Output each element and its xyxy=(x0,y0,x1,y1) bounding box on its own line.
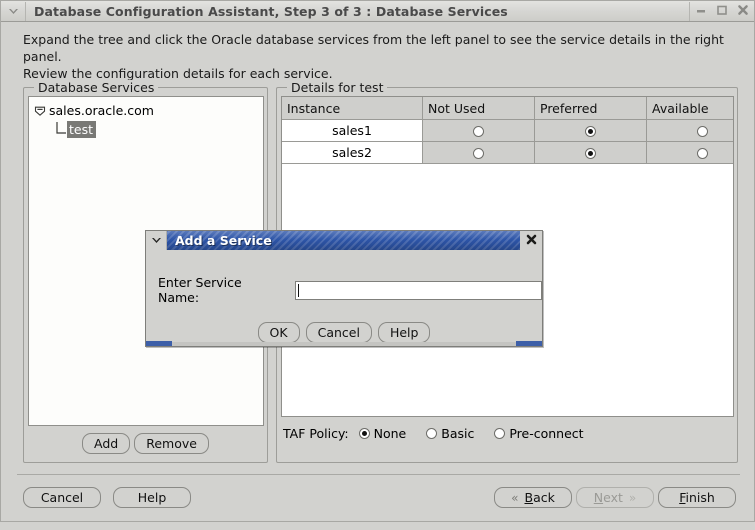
cell-instance-name: sales2 xyxy=(282,141,423,164)
back-button-label: Back xyxy=(524,490,555,505)
service-name-input[interactable] xyxy=(295,280,542,300)
minimize-button[interactable] xyxy=(694,4,708,18)
dialog-ok-button[interactable]: OK xyxy=(257,322,300,343)
maximize-button[interactable] xyxy=(715,4,729,18)
add-service-dialog: Add a Service Enter Service Name: OK Can… xyxy=(145,230,543,347)
dialog-action-buttons: OK Cancel Help xyxy=(146,322,542,343)
finish-button[interactable]: Finish xyxy=(658,487,736,508)
taf-option-basic[interactable]: Basic xyxy=(426,426,474,441)
dialog-title: Add a Service xyxy=(175,233,272,248)
collapse-minus-icon[interactable] xyxy=(34,105,46,117)
dialog-resize-grip-left[interactable] xyxy=(146,341,172,346)
taf-option-pre-connect-label: Pre-connect xyxy=(509,426,584,441)
footer-navigation-buttons: « Back Next » Finish xyxy=(494,487,736,508)
chevron-down-icon xyxy=(150,234,163,248)
column-header-available[interactable]: Available xyxy=(646,97,733,120)
dialog-resize-grip-right[interactable] xyxy=(516,341,542,346)
next-button[interactable]: Next » xyxy=(576,487,654,508)
radio-taf-none[interactable] xyxy=(358,428,370,439)
taf-policy-row: TAF Policy: None Basic Pre-connect xyxy=(283,426,604,441)
taf-option-basic-label: Basic xyxy=(441,426,475,441)
dialog-title-strip: Add a Service xyxy=(167,231,520,250)
window-title: Database Configuration Assistant, Step 3… xyxy=(34,3,508,19)
database-services-group-title: Database Services xyxy=(34,80,159,95)
dialog-cancel-button[interactable]: Cancel xyxy=(305,322,372,343)
minimize-icon xyxy=(695,4,707,19)
close-icon xyxy=(737,4,749,19)
cell-preferred[interactable] xyxy=(534,119,647,142)
application-window: Database Configuration Assistant, Step 3… xyxy=(0,0,755,530)
services-action-buttons: Add Remove xyxy=(24,433,267,454)
taf-option-none-label: None xyxy=(373,426,407,441)
tree-elbow-icon xyxy=(55,121,67,138)
dialog-menu-button[interactable] xyxy=(146,231,167,250)
taf-option-none[interactable]: None xyxy=(358,426,407,441)
cell-available[interactable] xyxy=(646,119,733,142)
taf-policy-label: TAF Policy: xyxy=(283,426,349,441)
column-header-not-used[interactable]: Not Used xyxy=(422,97,535,120)
radio-not-used[interactable] xyxy=(473,148,484,159)
taf-option-pre-connect[interactable]: Pre-connect xyxy=(494,426,584,441)
instruction-line-1: Expand the tree and click the Oracle dat… xyxy=(23,32,724,64)
tree-child-label: test xyxy=(67,121,97,138)
dialog-body: Enter Service Name: OK Cancel Help xyxy=(146,250,542,346)
instance-details-table: Instance Not Used Preferred Available sa… xyxy=(282,97,733,164)
footer-left-buttons: Cancel Help xyxy=(23,487,191,508)
table-body: sales1 sales2 xyxy=(282,119,733,164)
remove-button[interactable]: Remove xyxy=(134,433,209,454)
chevron-down-icon xyxy=(7,6,20,16)
radio-available[interactable] xyxy=(697,148,708,159)
radio-preferred[interactable] xyxy=(585,148,596,159)
close-button[interactable] xyxy=(736,4,750,18)
radio-not-used[interactable] xyxy=(473,126,484,137)
table-row[interactable]: sales2 xyxy=(282,141,733,164)
dialog-help-button[interactable]: Help xyxy=(377,322,431,343)
back-button[interactable]: « Back xyxy=(494,487,572,508)
dialog-close-button[interactable] xyxy=(520,231,542,250)
chevron-left-double-icon: « xyxy=(511,490,519,505)
window-controls xyxy=(689,1,754,21)
radio-taf-pre-connect[interactable] xyxy=(494,428,506,439)
finish-button-label: Finish xyxy=(679,490,715,505)
close-icon xyxy=(525,233,538,249)
cell-not-used[interactable] xyxy=(422,141,535,164)
service-name-field-row: Enter Service Name: xyxy=(158,275,542,305)
table-header-row: Instance Not Used Preferred Available xyxy=(282,97,733,120)
next-button-label: Next xyxy=(593,490,623,505)
instruction-text: Expand the tree and click the Oracle dat… xyxy=(23,31,738,82)
table-row[interactable]: sales1 xyxy=(282,119,733,142)
window-menu-button[interactable] xyxy=(1,1,26,21)
details-group-title: Details for test xyxy=(287,80,388,95)
text-caret xyxy=(298,283,300,297)
column-header-instance[interactable]: Instance xyxy=(282,97,423,120)
tree-item-sales-oracle-com[interactable]: sales.oracle.com xyxy=(34,103,155,118)
radio-preferred[interactable] xyxy=(585,126,596,137)
tree-item-test[interactable]: test xyxy=(55,121,97,138)
cancel-button[interactable]: Cancel xyxy=(23,487,101,508)
dialog-bottom-edge xyxy=(172,342,516,346)
cell-preferred[interactable] xyxy=(534,141,647,164)
radio-available[interactable] xyxy=(697,126,708,137)
cell-not-used[interactable] xyxy=(422,119,535,142)
chevron-right-double-icon: » xyxy=(628,490,637,505)
dialog-titlebar: Add a Service xyxy=(146,231,542,250)
cell-instance-name: sales1 xyxy=(282,119,423,142)
add-button[interactable]: Add xyxy=(82,433,131,454)
cell-available[interactable] xyxy=(646,141,733,164)
footer-separator xyxy=(17,474,740,475)
radio-taf-basic[interactable] xyxy=(426,428,438,439)
service-name-label: Enter Service Name: xyxy=(158,275,242,305)
window-titlebar: Database Configuration Assistant, Step 3… xyxy=(1,1,754,22)
maximize-icon xyxy=(716,4,728,19)
tree-root-label: sales.oracle.com xyxy=(49,103,154,118)
column-header-preferred[interactable]: Preferred xyxy=(534,97,647,120)
table-header: Instance Not Used Preferred Available xyxy=(282,97,733,120)
help-button[interactable]: Help xyxy=(113,487,191,508)
